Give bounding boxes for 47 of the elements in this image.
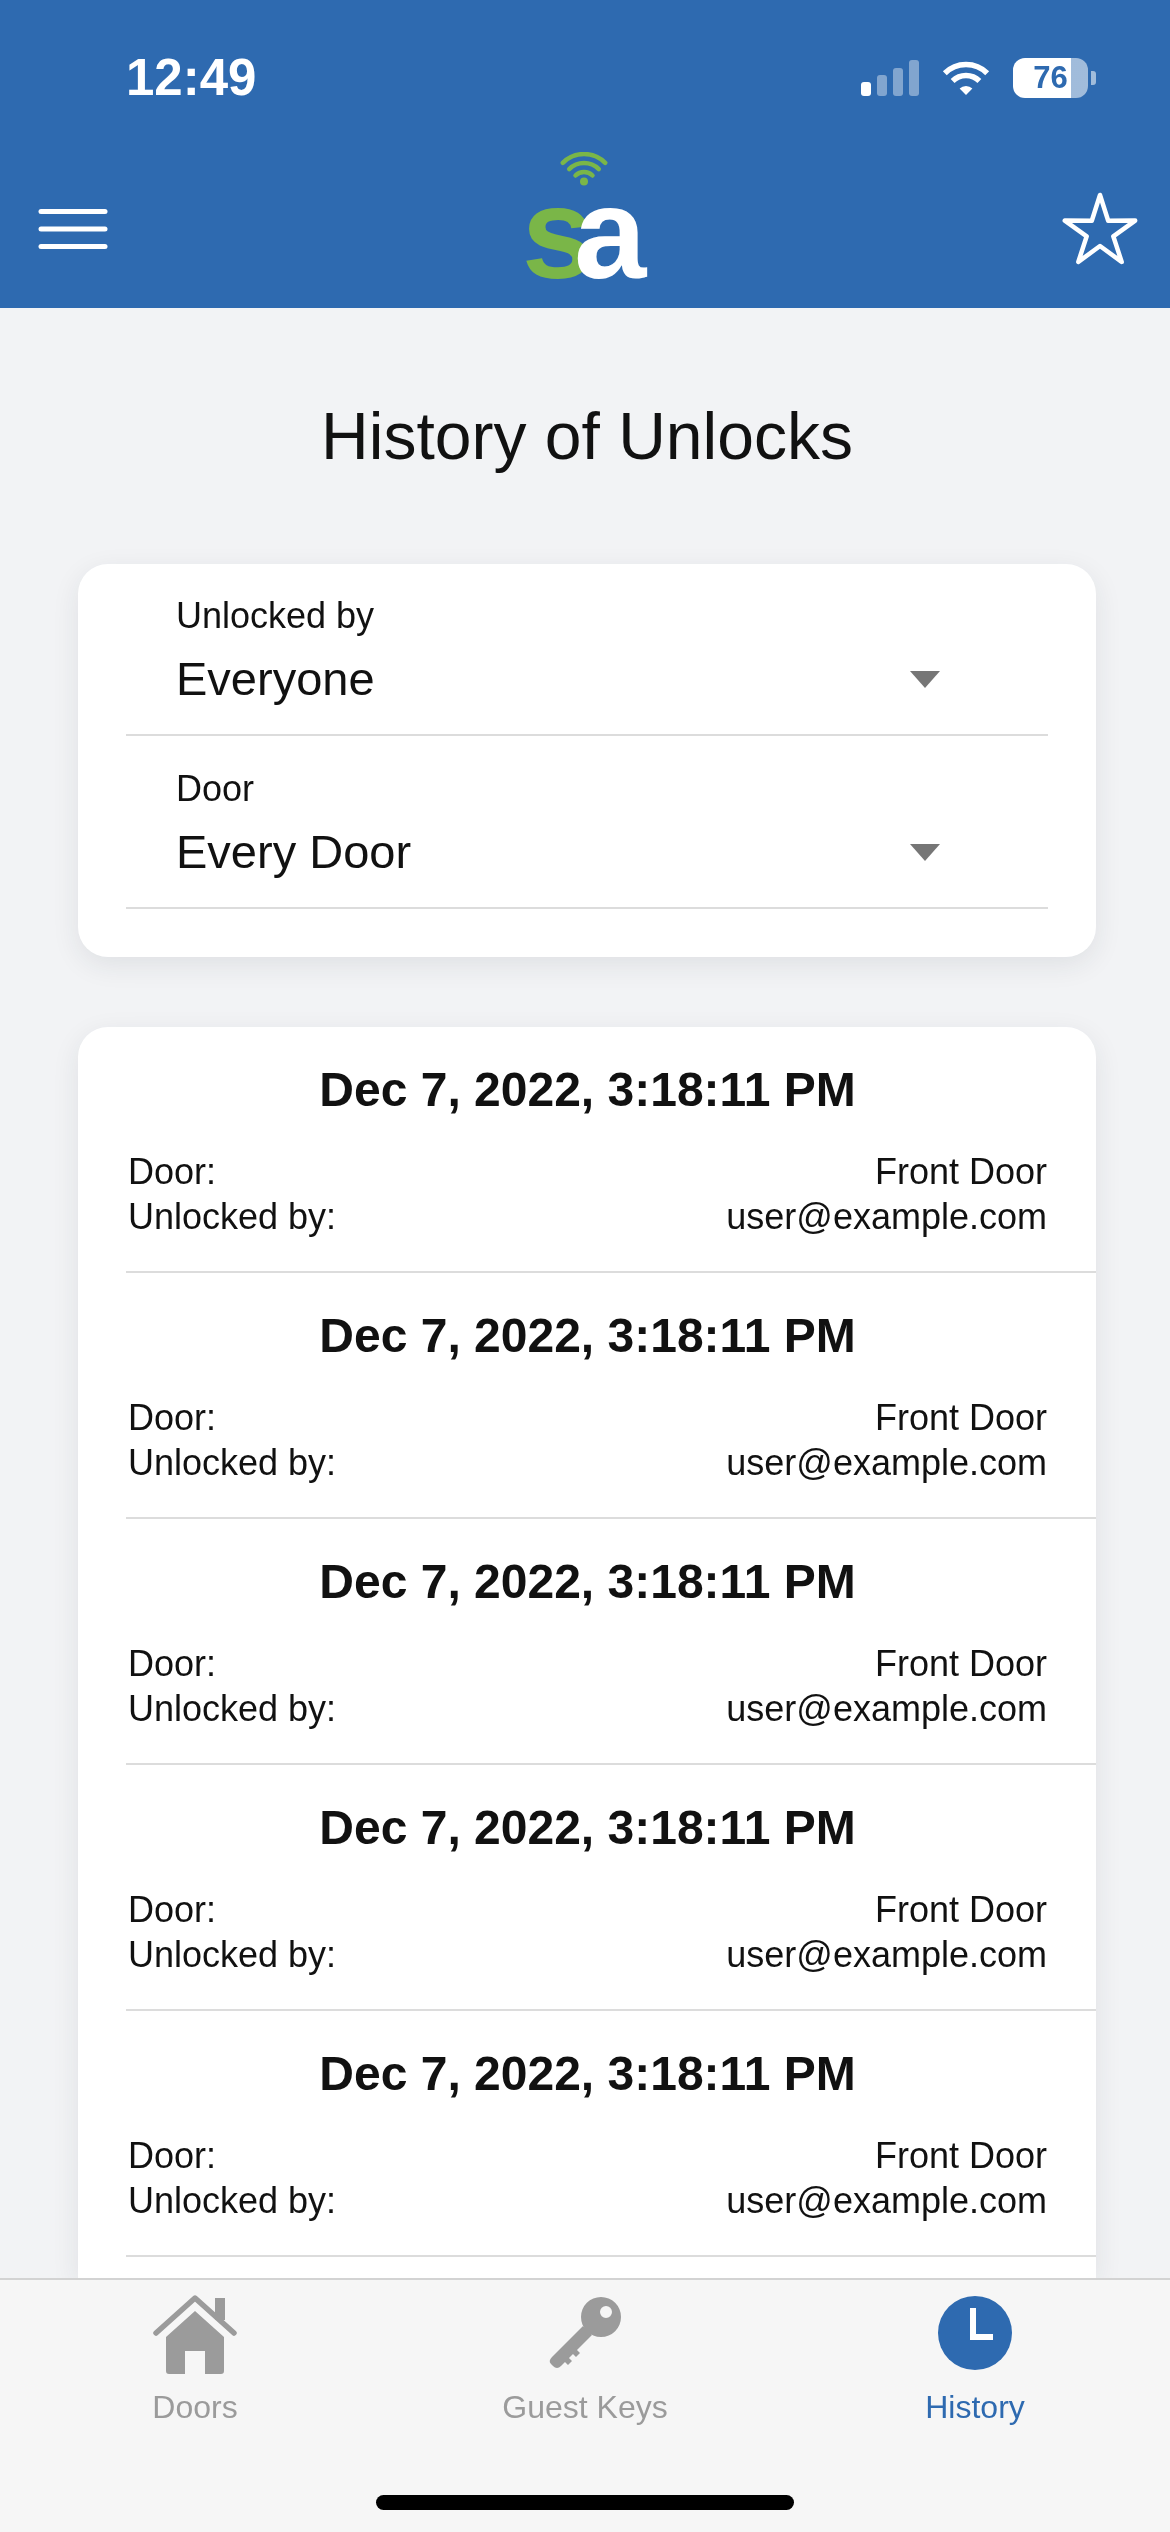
field-label: Door: bbox=[128, 1888, 217, 1932]
page-title: History of Unlocks bbox=[320, 398, 854, 475]
field-label: Unlocked by: bbox=[128, 1441, 337, 1485]
field-label: Unlocked by: bbox=[128, 2179, 337, 2223]
field-value: user@example.com bbox=[726, 1195, 1047, 1239]
unlock-timestamp: Dec 7, 2022, 3:18:11 PM bbox=[318, 1062, 857, 1118]
field-label: Unlocked by: bbox=[128, 1195, 337, 1239]
field-label: Unlocked by: bbox=[128, 1687, 337, 1731]
field-value: user@example.com bbox=[726, 1687, 1047, 1731]
field-value: Front Door bbox=[874, 1642, 1047, 1686]
caret-icon bbox=[910, 670, 940, 688]
field-value: Front Door bbox=[874, 2134, 1047, 2178]
field-label: Door: bbox=[128, 2134, 217, 2178]
field-value: user@example.com bbox=[726, 2179, 1047, 2223]
field-label: Unlocked by bbox=[176, 594, 375, 637]
key-icon bbox=[547, 2295, 623, 2371]
field-label: Unlocked by: bbox=[128, 1933, 337, 1977]
field-label: Door: bbox=[128, 1642, 217, 1686]
field-label: Door: bbox=[128, 1396, 217, 1440]
unlock-timestamp: Dec 7, 2022, 3:18:11 PM bbox=[318, 2046, 857, 2102]
status-time: 12:49 bbox=[126, 48, 257, 108]
field-label: Door bbox=[176, 767, 255, 810]
dropdown-field[interactable]: Door Every Door bbox=[126, 767, 1048, 909]
wireless-arcs-icon bbox=[559, 152, 609, 186]
field-value: user@example.com bbox=[726, 1441, 1047, 1485]
field-value: user@example.com bbox=[726, 1933, 1047, 1977]
cellular-signal-icon bbox=[861, 60, 919, 96]
field-label: Door: bbox=[128, 1150, 217, 1194]
unlock-timestamp: Dec 7, 2022, 3:18:11 PM bbox=[318, 1308, 857, 1364]
unlock-timestamp: Dec 7, 2022, 3:18:11 PM bbox=[318, 1800, 857, 1856]
field-value: Front Door bbox=[874, 1396, 1047, 1440]
star-icon[interactable] bbox=[1060, 192, 1140, 266]
dropdown-field[interactable]: Unlocked by Everyone bbox=[126, 594, 1048, 736]
unlock-timestamp: Dec 7, 2022, 3:18:11 PM bbox=[318, 1554, 857, 1610]
tab[interactable]: Guest Keys bbox=[502, 2292, 668, 2426]
tab[interactable]: History bbox=[925, 2292, 1025, 2426]
house-icon bbox=[152, 2292, 238, 2374]
wifi-icon bbox=[941, 60, 991, 96]
dropdown-value: Everyone bbox=[176, 651, 375, 707]
clock-icon bbox=[938, 2296, 1012, 2370]
dropdown-value: Every Door bbox=[176, 824, 412, 880]
menu-icon[interactable] bbox=[38, 208, 108, 250]
battery-percentage: 76 bbox=[1033, 60, 1068, 96]
field-value: Front Door bbox=[874, 1888, 1047, 1932]
field-value: Front Door bbox=[874, 1150, 1047, 1194]
tab[interactable]: Doors bbox=[152, 2292, 238, 2426]
caret-icon bbox=[910, 843, 940, 861]
